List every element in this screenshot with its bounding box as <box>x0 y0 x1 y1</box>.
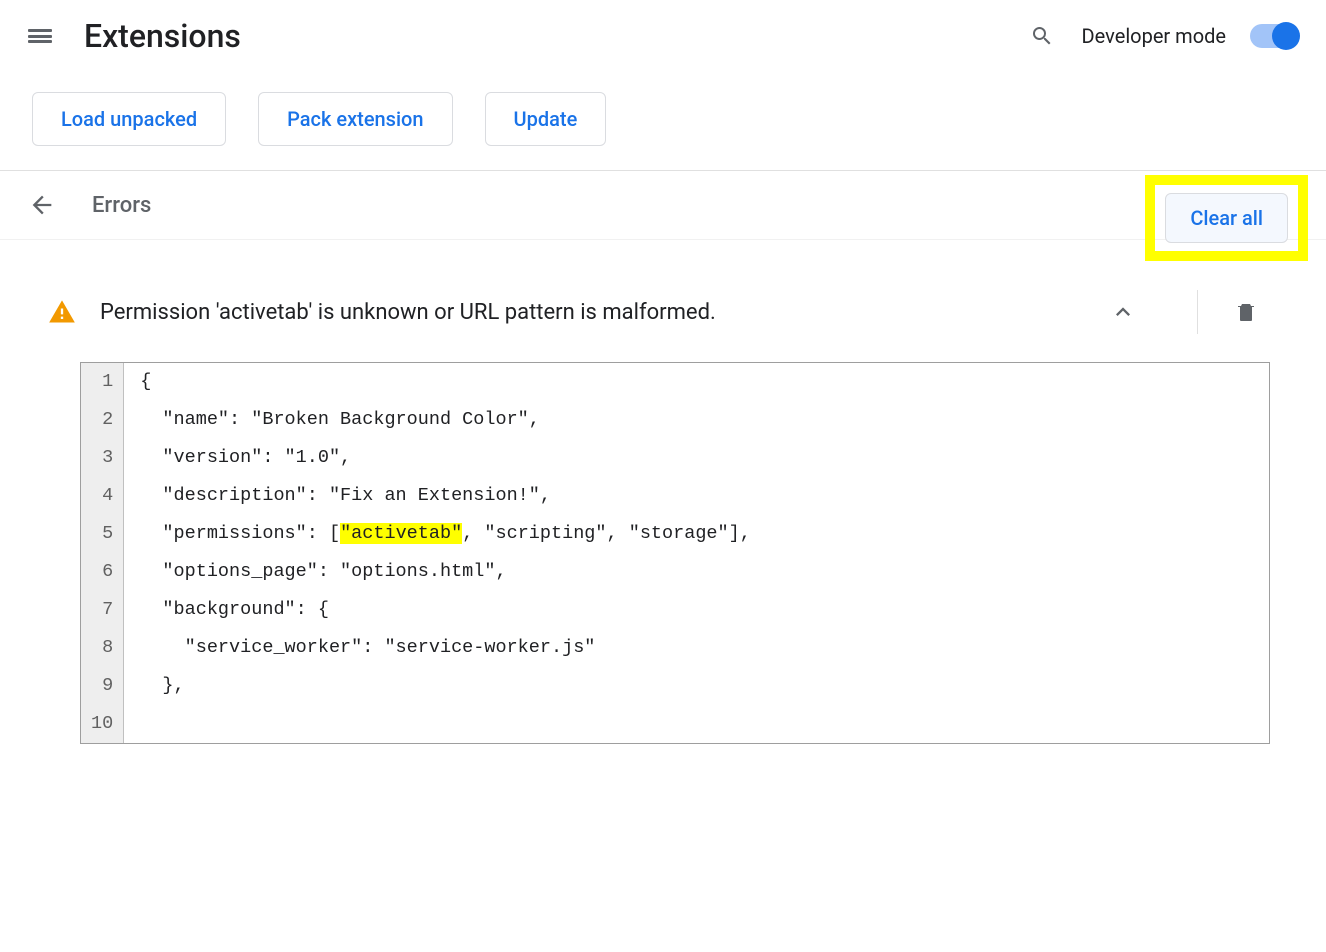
code-line <box>140 705 1253 743</box>
errors-header: Errors Clear all <box>0 171 1326 240</box>
clear-all-button[interactable]: Clear all <box>1165 193 1288 243</box>
error-message: Permission 'activetab' is unknown or URL… <box>100 300 1109 325</box>
line-number: 1 <box>91 363 113 401</box>
line-number-gutter: 12345678910 <box>81 363 124 743</box>
error-row[interactable]: Permission 'activetab' is unknown or URL… <box>28 268 1298 356</box>
line-number: 6 <box>91 553 113 591</box>
pack-extension-button[interactable]: Pack extension <box>258 92 452 146</box>
code-line: }, <box>140 667 1253 705</box>
errors-title: Errors <box>92 193 1298 218</box>
line-number: 4 <box>91 477 113 515</box>
line-number: 10 <box>91 705 113 743</box>
line-number: 2 <box>91 401 113 439</box>
back-arrow-icon[interactable] <box>28 191 56 219</box>
line-number: 7 <box>91 591 113 629</box>
code-line: "service_worker": "service-worker.js" <box>140 629 1253 667</box>
app-header: Extensions Developer mode <box>0 0 1326 72</box>
highlighted-token: "activetab" <box>340 523 462 544</box>
error-section: Permission 'activetab' is unknown or URL… <box>28 268 1298 744</box>
code-line: { <box>140 363 1253 401</box>
code-line: "permissions": ["activetab", "scripting"… <box>140 515 1253 553</box>
line-number: 5 <box>91 515 113 553</box>
line-number: 9 <box>91 667 113 705</box>
code-viewer: 12345678910 { "name": "Broken Background… <box>80 362 1270 744</box>
code-line: "description": "Fix an Extension!", <box>140 477 1253 515</box>
warning-icon <box>48 298 76 326</box>
annotation-highlight: Clear all <box>1145 175 1308 261</box>
dev-toolbar: Load unpacked Pack extension Update <box>0 72 1326 171</box>
developer-mode-label: Developer mode <box>1082 24 1226 48</box>
load-unpacked-button[interactable]: Load unpacked <box>32 92 226 146</box>
code-body: { "name": "Broken Background Color", "ve… <box>124 363 1269 743</box>
code-line: "name": "Broken Background Color", <box>140 401 1253 439</box>
line-number: 3 <box>91 439 113 477</box>
code-line: "options_page": "options.html", <box>140 553 1253 591</box>
line-number: 8 <box>91 629 113 667</box>
update-button[interactable]: Update <box>485 92 607 146</box>
developer-mode-toggle[interactable] <box>1250 24 1298 48</box>
divider <box>1197 290 1198 334</box>
search-icon[interactable] <box>1030 24 1054 48</box>
code-line: "background": { <box>140 591 1253 629</box>
page-title: Extensions <box>84 17 1030 55</box>
code-line: "version": "1.0", <box>140 439 1253 477</box>
chevron-up-icon[interactable] <box>1109 298 1137 326</box>
menu-icon[interactable] <box>28 24 52 48</box>
trash-icon[interactable] <box>1234 300 1258 324</box>
